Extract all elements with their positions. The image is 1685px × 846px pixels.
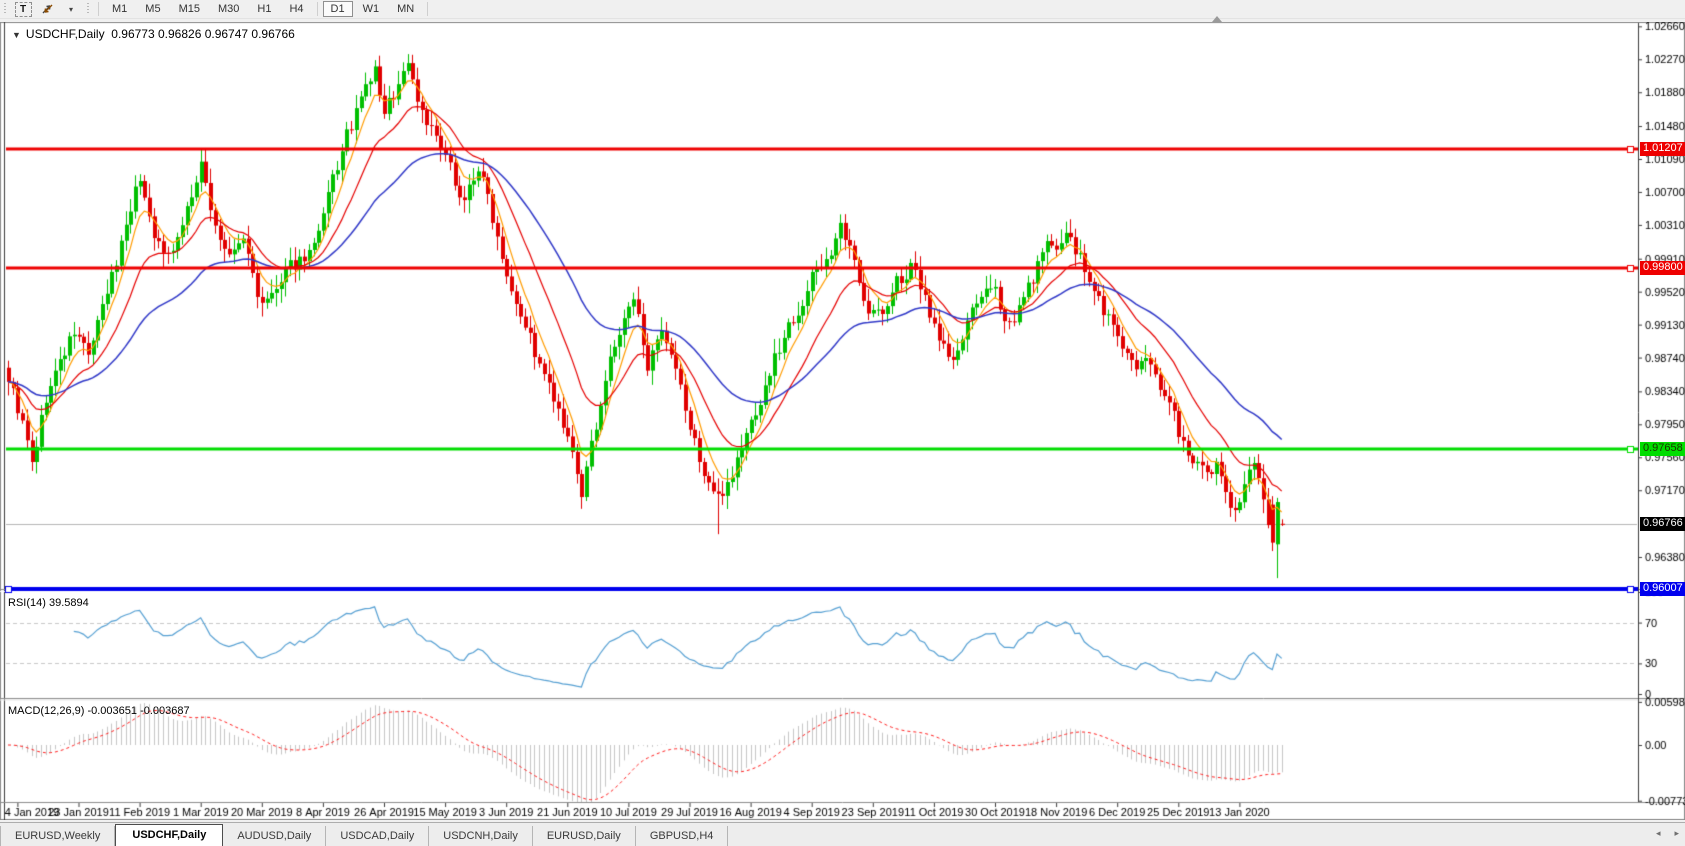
timeframe-button-m5[interactable]: M5 xyxy=(137,1,168,17)
chart-ohlc-quote: 0.96773 0.96826 0.96747 0.96766 xyxy=(111,27,295,41)
timeframe-button-h1[interactable]: H1 xyxy=(249,1,279,17)
timeframe-button-mn[interactable]: MN xyxy=(389,1,422,17)
toolbar-grip xyxy=(3,3,8,15)
chart-symbol-period: USDCHF,Daily xyxy=(26,27,105,41)
arrows-tool-button[interactable] xyxy=(36,1,58,17)
symbol-tab-usdcnh-4[interactable]: USDCNH,Daily xyxy=(429,826,533,846)
text-tool-icon: T xyxy=(15,2,32,17)
symbol-tab-usdcad-3[interactable]: USDCAD,Daily xyxy=(326,826,429,846)
macd-indicator-label: MACD(12,26,9) -0.003651 -0.003687 xyxy=(8,705,190,717)
chart-window: ▼ USDCHF,Daily 0.96773 0.96826 0.96747 0.… xyxy=(0,22,1685,820)
arrows-tool-icon xyxy=(40,2,55,16)
hline-price-label-2: 0.97658 xyxy=(1640,442,1685,456)
rsi-indicator-label: RSI(14) 39.5894 xyxy=(8,597,89,609)
toolbar-separator xyxy=(317,2,318,16)
toolbar-separator xyxy=(427,2,428,16)
hline-price-label-0: 1.01207 xyxy=(1640,142,1685,156)
price-chart-canvas[interactable] xyxy=(0,22,1685,820)
toolbar-grip xyxy=(86,3,91,15)
hline-price-label-3: 0.96007 xyxy=(1640,582,1685,596)
timeframe-button-w1[interactable]: W1 xyxy=(355,1,388,17)
symbol-tab-eurusd-0[interactable]: EURUSD,Weekly xyxy=(0,826,115,846)
symbol-tab-audusd-2[interactable]: AUDUSD,Daily xyxy=(223,826,326,846)
symbol-tab-eurusd-5[interactable]: EURUSD,Daily xyxy=(533,826,636,846)
tab-scroll-right-icon[interactable]: ▸ xyxy=(1674,828,1679,839)
timeframe-button-m15[interactable]: M15 xyxy=(171,1,208,17)
symbol-tab-usdchf-1[interactable]: USDCHF,Daily xyxy=(115,824,223,846)
text-tool-button[interactable]: T xyxy=(12,1,34,17)
chart-shift-marker[interactable] xyxy=(1212,16,1222,22)
toolbar-separator xyxy=(98,2,99,16)
timeframe-button-m1[interactable]: M1 xyxy=(104,1,135,17)
chart-title-expander-icon[interactable]: ▼ xyxy=(12,30,21,40)
hline-price-label-1: 0.99800 xyxy=(1640,261,1685,275)
arrows-tool-dropdown[interactable]: ▾ xyxy=(60,1,82,17)
current-price-label: 0.96766 xyxy=(1640,517,1685,531)
symbol-tab-gbpusd-6[interactable]: GBPUSD,H4 xyxy=(636,826,729,846)
symbol-tab-bar: EURUSD,WeeklyUSDCHF,DailyAUDUSD,DailyUSD… xyxy=(0,822,1685,846)
chart-title: ▼ USDCHF,Daily 0.96773 0.96826 0.96747 0.… xyxy=(12,27,295,41)
tab-scroll-buttons: ◂ ▸ xyxy=(1656,828,1679,839)
top-toolbar: T ▾ M1M5M15M30H1H4 D1W1MN xyxy=(0,0,1685,19)
tab-scroll-left-icon[interactable]: ◂ xyxy=(1656,828,1661,839)
timeframe-button-d1[interactable]: D1 xyxy=(323,1,353,17)
timeframe-button-h4[interactable]: H4 xyxy=(281,1,311,17)
timeframe-button-m30[interactable]: M30 xyxy=(210,1,247,17)
